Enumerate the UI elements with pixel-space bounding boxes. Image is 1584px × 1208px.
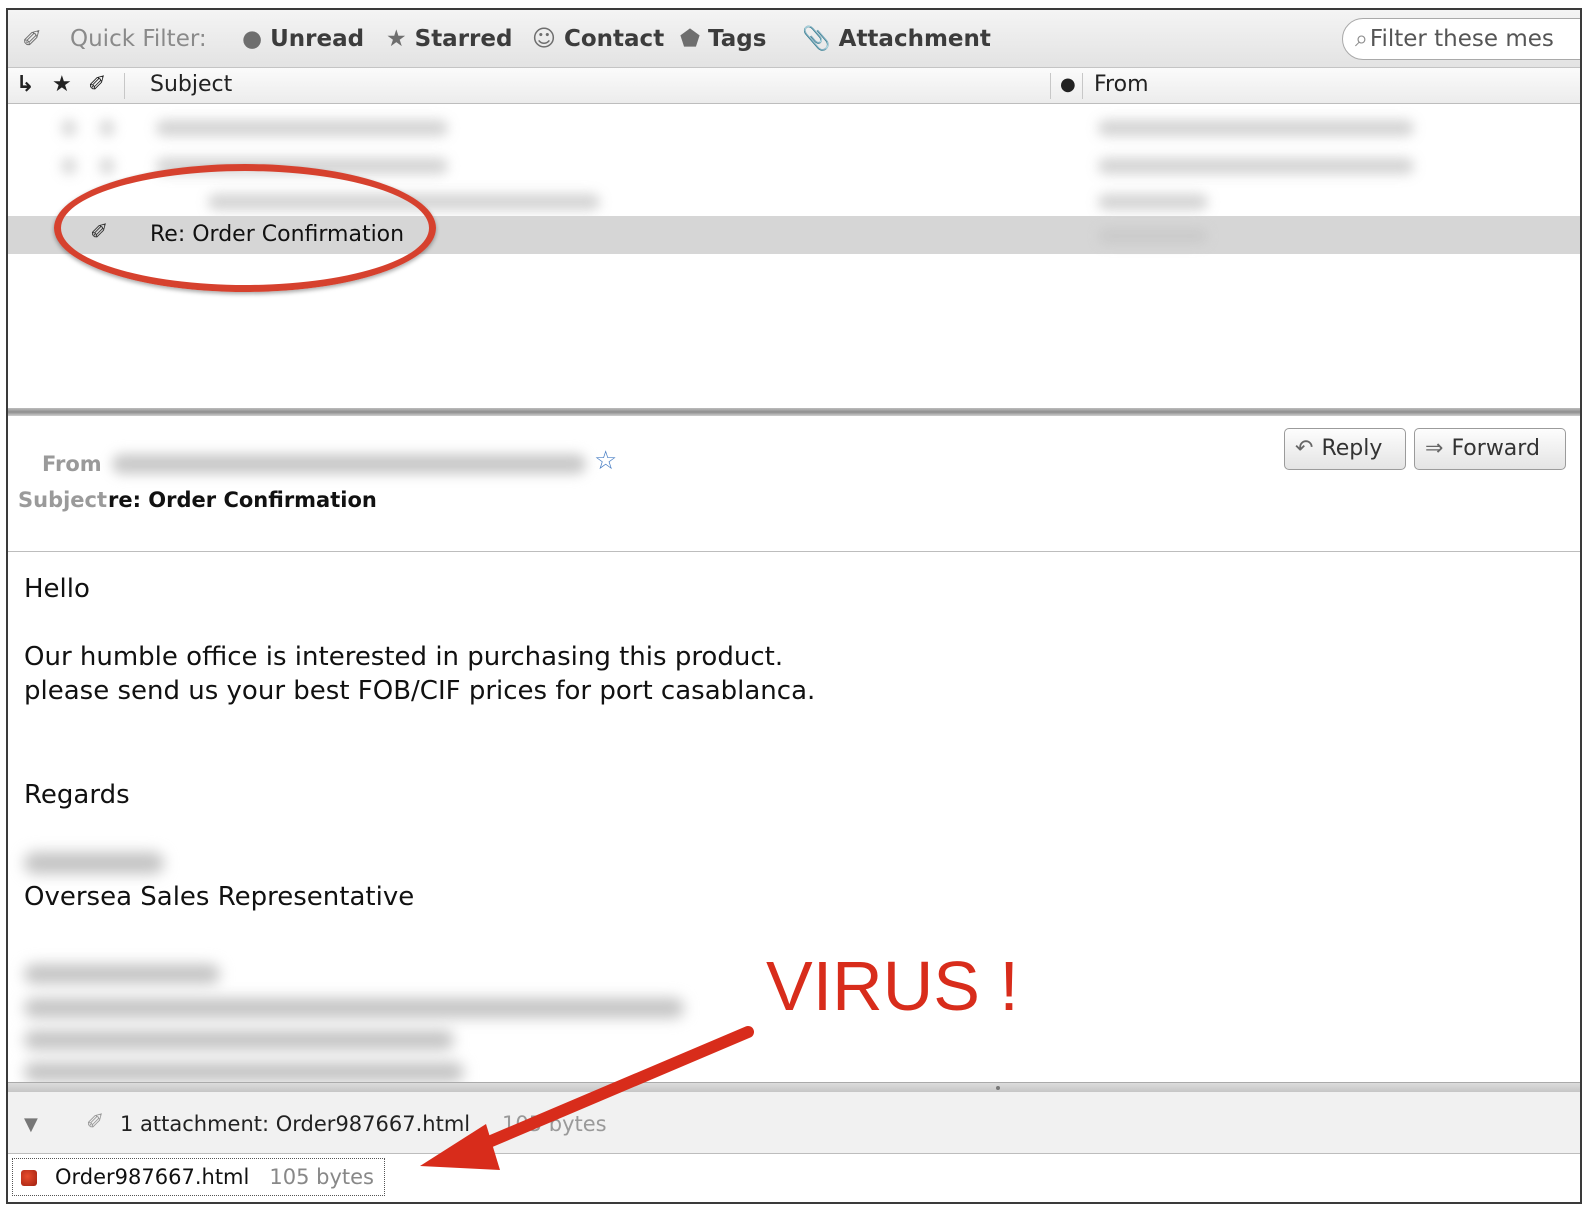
quick-filter-label: Quick Filter: [70, 26, 207, 52]
grip-icon [996, 1086, 1000, 1090]
filter-attachment-button[interactable]: 📎 Attachment [802, 24, 991, 54]
attachment-bar: ▼ ✐ 1 attachment: Order987667.html 105 b… [8, 1092, 1580, 1154]
column-divider [124, 73, 125, 99]
body-line: Our humble office is interested in purch… [24, 642, 784, 672]
attachment-summary-size: 105 bytes [502, 1112, 607, 1136]
filter-unread-label: Unread [270, 26, 365, 52]
pin-icon[interactable]: ✐ [22, 24, 42, 54]
subject-column-header[interactable]: Subject [150, 72, 232, 97]
filter-contact-label: Contact [563, 26, 665, 52]
signature-address-redacted [24, 1030, 454, 1050]
filter-starred-label: Starred [414, 26, 513, 52]
star-icon: ★ [386, 26, 407, 52]
column-divider [1082, 73, 1083, 99]
star-column-icon[interactable]: ★ [52, 72, 72, 97]
attachment-size: 105 bytes [269, 1165, 374, 1189]
attachment-column-icon[interactable]: ✐ [88, 72, 106, 97]
paperclip-icon: ✐ [86, 1110, 105, 1135]
filter-contact-button[interactable]: ☺ Contact [532, 24, 664, 54]
chevron-down-icon[interactable]: ▼ [24, 1114, 38, 1135]
column-divider [1050, 73, 1051, 99]
from-column-header[interactable]: From [1094, 72, 1149, 97]
attachment-item[interactable]: Order987667.html 105 bytes [12, 1158, 385, 1196]
attachment-list: Order987667.html 105 bytes [8, 1154, 1580, 1202]
attachment-summary[interactable]: 1 attachment: Order987667.html [120, 1112, 470, 1136]
body-signature-title: Oversea Sales Representative [24, 882, 415, 912]
attachment-splitter[interactable] [8, 1082, 1580, 1092]
html-file-icon [21, 1170, 37, 1186]
body-line: please send us your best FOB/CIF prices … [24, 676, 816, 706]
filter-tags-button[interactable]: ⬟ Tags [680, 24, 766, 54]
message-body: Hello Our humble office is interested in… [8, 552, 1580, 1082]
filter-tags-label: Tags [708, 26, 767, 52]
search-placeholder: Filter these mes [1369, 26, 1554, 52]
message-list: ✐ Re: Order Confirmation [8, 104, 1580, 410]
virus-annotation: VIRUS ! [766, 947, 1019, 1025]
reply-arrow-icon: ↶ [1295, 436, 1314, 461]
message-list-header: ↳ ★ ✐ Subject ● From [8, 68, 1580, 104]
signature-address-redacted [24, 998, 684, 1018]
search-icon: ⌕ [1355, 26, 1368, 52]
from-label: From [42, 452, 102, 476]
star-icon[interactable]: ☆ [594, 446, 617, 476]
list-item-redacted[interactable] [8, 108, 1580, 146]
filter-starred-button[interactable]: ★ Starred [386, 24, 512, 54]
subject-label: Subject [18, 488, 108, 512]
signature-address-redacted [24, 1062, 464, 1082]
dot-icon: ● [242, 26, 263, 52]
forward-arrow-icon: ⇒ [1425, 436, 1444, 461]
pane-splitter[interactable] [8, 408, 1580, 416]
filter-attachment-label: Attachment [838, 26, 991, 52]
tag-icon: ⬟ [680, 26, 700, 52]
quick-filter-bar: ✐ Quick Filter: ● Unread ★ Starred ☺ Contac… [8, 10, 1580, 68]
reply-button[interactable]: ↶ Reply [1284, 428, 1406, 470]
body-greeting: Hello [24, 574, 90, 604]
body-closing: Regards [24, 780, 130, 810]
forward-button[interactable]: ⇒ Forward [1414, 428, 1566, 470]
sender-address-redacted[interactable] [112, 454, 586, 474]
thread-column-icon[interactable]: ↳ [16, 72, 34, 97]
filter-search-input[interactable]: ⌕Filter these mes [1342, 18, 1580, 60]
subject-value: re: Order Confirmation [108, 488, 377, 512]
filter-unread-button[interactable]: ● Unread [242, 24, 364, 54]
highlight-ring [54, 164, 436, 292]
reply-label: Reply [1321, 436, 1383, 461]
forward-label: Forward [1451, 436, 1540, 461]
attachment-name: Order987667.html [55, 1165, 250, 1189]
message-header-pane: From ☆ Subject re: Order Confirmation ↶ R… [8, 416, 1580, 552]
mail-window: ✐ Quick Filter: ● Unread ★ Starred ☺ Contac… [6, 8, 1582, 1204]
read-status-column-icon[interactable]: ● [1060, 74, 1076, 95]
person-icon: ☺ [532, 26, 556, 52]
signature-name-redacted [24, 852, 164, 874]
paperclip-icon: 📎 [802, 26, 831, 52]
signature-address-redacted [24, 964, 220, 984]
